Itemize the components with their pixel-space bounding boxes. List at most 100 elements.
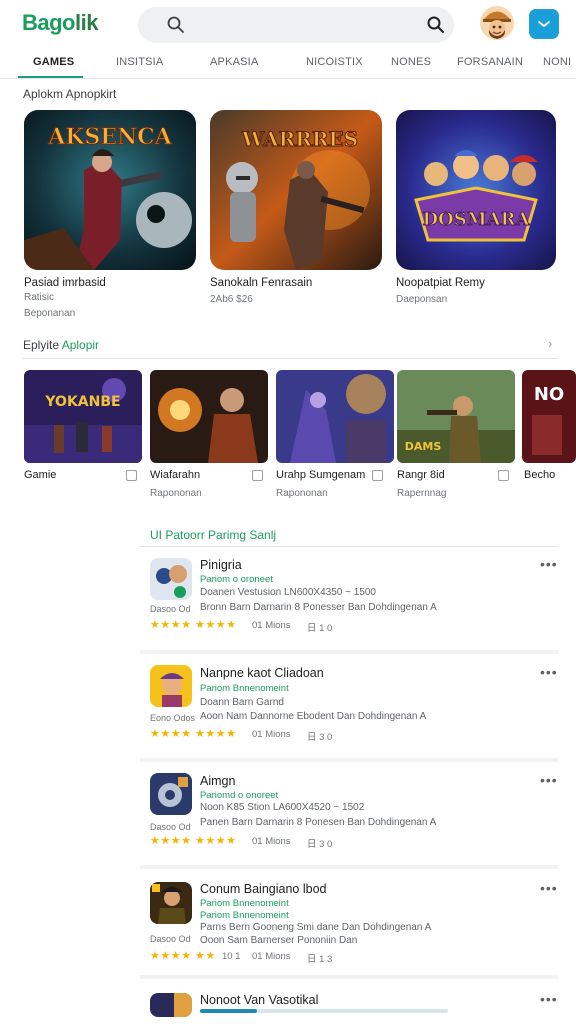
game-card-5[interactable]: NO bbox=[522, 370, 576, 463]
more-icon[interactable]: ••• bbox=[540, 665, 558, 679]
app-icon-2 bbox=[150, 665, 192, 707]
row-3-count: 01 Mions bbox=[252, 836, 291, 847]
row-2-size: 日 3 0 bbox=[307, 732, 333, 743]
row-2-rating: ★★★★ ★★★★ bbox=[150, 728, 237, 740]
row-2-icon[interactable] bbox=[150, 665, 192, 707]
featured-card-1-meta: Ratisic bbox=[24, 292, 55, 303]
row-4-size: 日 1 3 bbox=[307, 954, 333, 965]
featured-card-2[interactable]: WARRRES bbox=[210, 110, 382, 270]
more-icon[interactable]: ••• bbox=[540, 557, 558, 571]
featured-card-2-title[interactable]: Sanokaln Fenrasain bbox=[210, 277, 312, 289]
chevron-right-icon[interactable]: › bbox=[548, 336, 552, 351]
section-title-popular: Eplyite Aplopir bbox=[23, 338, 99, 352]
game-thumb-1: YOKANBE bbox=[24, 370, 142, 463]
game-card-2[interactable] bbox=[150, 370, 268, 463]
tab-games[interactable]: GAMES bbox=[33, 56, 74, 68]
bookmark-icon[interactable] bbox=[252, 470, 263, 481]
row-5-icon[interactable] bbox=[150, 993, 192, 1017]
row-2-title[interactable]: Nanpne kaot Cliadoan bbox=[200, 666, 324, 680]
row-4-subtitle2: Pariom Bnnenomeint bbox=[200, 910, 289, 921]
tab-noni[interactable]: NONI bbox=[543, 56, 571, 68]
menu-button[interactable] bbox=[529, 9, 559, 39]
row-1-count: 01 Mions bbox=[252, 620, 291, 631]
game-art-3: DOSMARA bbox=[396, 110, 556, 270]
game-card-5-title[interactable]: Becho bbox=[524, 469, 555, 481]
row-2-desc: Doann Barn Garnd bbox=[200, 697, 284, 708]
row-1-desc2: Bronn Barn Darnarin 8 Ponesser Ban Dohdi… bbox=[200, 602, 437, 613]
tab-insitsia[interactable]: INSITSIA bbox=[116, 56, 163, 68]
row-3-label: Dasoo Od bbox=[150, 822, 191, 832]
row-separator-4 bbox=[140, 975, 558, 979]
more-icon[interactable]: ••• bbox=[540, 881, 558, 895]
app-icon-3 bbox=[150, 773, 192, 815]
game-art-2-text: WARRRES bbox=[241, 127, 358, 151]
row-1-size: 日 1 0 bbox=[307, 623, 333, 634]
row-4-desc: Parns Bern Gooneng Smi dane Dan Dohdinge… bbox=[200, 922, 432, 933]
row-5-title[interactable]: Nonoot Van Vasotikal bbox=[200, 993, 318, 1007]
game-card-4-title[interactable]: Rangr 8id bbox=[397, 469, 445, 481]
game-thumb-3 bbox=[276, 370, 394, 463]
app-logo[interactable]: Bagolik bbox=[22, 10, 98, 36]
game-card-2-title[interactable]: Wiafarahn bbox=[150, 469, 200, 481]
download-progress-fill bbox=[200, 1009, 258, 1013]
game-thumb-5-text: NO bbox=[534, 384, 564, 405]
bookmark-icon[interactable] bbox=[372, 470, 383, 481]
section-title-popular-accent: Aplopir bbox=[61, 338, 100, 352]
row-4-rating: ★★★★ ★★ bbox=[150, 950, 216, 962]
row-4-count: 01 Mions bbox=[252, 951, 291, 962]
row-1-rating: ★★★★ ★★★★ bbox=[150, 619, 237, 631]
row-4-extra: 10 1 bbox=[222, 951, 241, 962]
game-thumb-5: NO bbox=[522, 370, 576, 463]
game-thumb-4-text: DAMS bbox=[405, 440, 442, 453]
tab-nones[interactable]: NONES bbox=[391, 56, 431, 68]
logo-text-part1: Bago bbox=[22, 10, 76, 35]
app-icon-4 bbox=[150, 882, 192, 924]
row-1-icon[interactable] bbox=[150, 558, 192, 600]
game-thumb-4: DAMS bbox=[397, 370, 515, 463]
logo-text-part2: lik bbox=[75, 10, 98, 35]
game-art-2: WARRRES bbox=[210, 110, 382, 270]
row-2-subtitle: Pariom Bnnenomeint bbox=[200, 683, 289, 694]
section-divider-2 bbox=[140, 546, 558, 547]
search-icon[interactable] bbox=[166, 15, 186, 35]
tab-forsanain[interactable]: FORSANAIN bbox=[457, 56, 523, 68]
row-1-title[interactable]: Pinigria bbox=[200, 558, 242, 572]
row-3-title[interactable]: Aimgn bbox=[200, 774, 235, 788]
row-4-icon[interactable] bbox=[150, 882, 192, 924]
featured-card-3-meta: Daeponsan bbox=[396, 294, 448, 305]
row-3-icon[interactable] bbox=[150, 773, 192, 815]
search-icon-right[interactable] bbox=[426, 15, 446, 35]
row-1-subtitle: Pariom o oroneet bbox=[200, 574, 273, 585]
row-separator-3 bbox=[140, 865, 558, 869]
featured-card-3[interactable]: DOSMARA bbox=[396, 110, 556, 270]
more-icon[interactable]: ••• bbox=[540, 992, 558, 1006]
game-card-3-title[interactable]: Urahp Sumgenam bbox=[276, 469, 365, 481]
featured-card-1-meta2: Beponanan bbox=[24, 308, 76, 319]
app-header: Bagolik bbox=[0, 0, 576, 48]
row-4-title[interactable]: Conum Baingiano lbod bbox=[200, 882, 326, 896]
tab-apkasia[interactable]: APKASIA bbox=[210, 56, 258, 68]
app-icon-1 bbox=[150, 558, 192, 600]
row-separator-1 bbox=[140, 650, 558, 654]
row-4-label: Dasoo Od bbox=[150, 934, 191, 944]
bookmark-icon[interactable] bbox=[498, 470, 509, 481]
game-card-1-title[interactable]: Gamie bbox=[24, 469, 56, 481]
section-divider-1 bbox=[22, 358, 558, 359]
section-title-featured: Aplokm Apnopkirt bbox=[23, 87, 117, 101]
avatar[interactable] bbox=[480, 6, 514, 40]
featured-card-3-title[interactable]: Noopatpiat Remy bbox=[396, 277, 485, 289]
download-progress bbox=[200, 1009, 448, 1013]
game-card-3[interactable] bbox=[276, 370, 394, 463]
game-thumb-1-text: YOKANBE bbox=[44, 394, 120, 410]
more-icon[interactable]: ••• bbox=[540, 773, 558, 787]
section-title-popular-plain: Eplyite bbox=[23, 338, 62, 352]
featured-card-1[interactable]: AKSENCA bbox=[24, 110, 196, 270]
game-card-4[interactable]: DAMS bbox=[397, 370, 515, 463]
search-bar[interactable] bbox=[138, 7, 454, 43]
row-3-desc2: Panen Barn Darnarin 8 Ponesen Ban Dohdin… bbox=[200, 817, 437, 828]
featured-card-1-title[interactable]: Pasiad imrbasid bbox=[24, 277, 106, 289]
menu-icon bbox=[538, 21, 550, 27]
bookmark-icon[interactable] bbox=[126, 470, 137, 481]
tab-nicoistix[interactable]: NICOISTIX bbox=[306, 56, 363, 68]
game-card-1[interactable]: YOKANBE bbox=[24, 370, 142, 463]
